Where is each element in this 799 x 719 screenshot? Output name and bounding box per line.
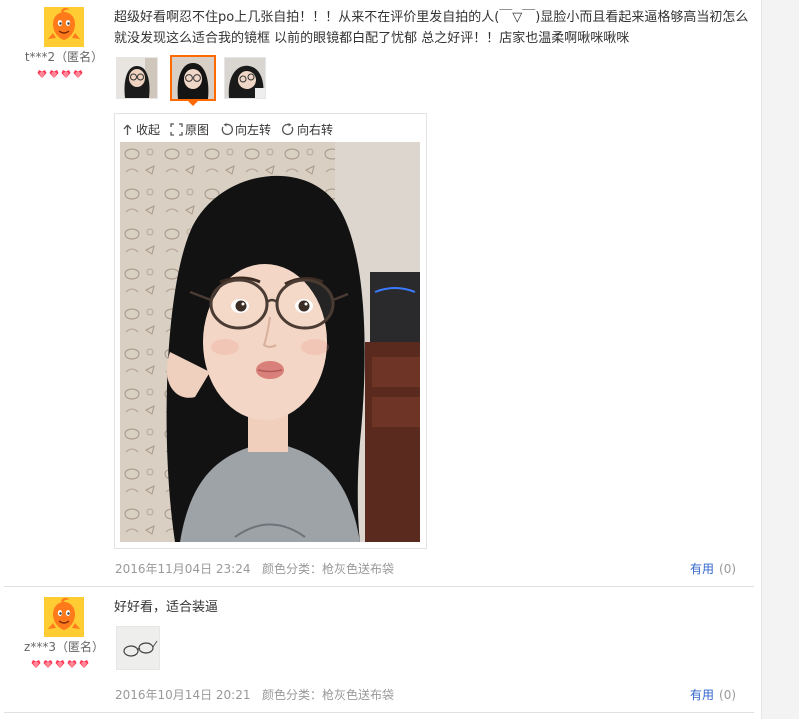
useful-vote: 有用 (0): [690, 686, 736, 703]
buyer-level-badge: [31, 659, 95, 672]
review-date: 2016年10月14日 20:21: [115, 688, 251, 702]
buyer-level-badge: [37, 69, 89, 82]
review-thumbnail[interactable]: [116, 626, 160, 670]
useful-count: (0): [719, 688, 737, 702]
user-avatar[interactable]: [44, 597, 84, 637]
review-thumbnail[interactable]: [224, 57, 266, 99]
rotate-left-button[interactable]: 向左转: [220, 121, 271, 137]
rotate-right-button[interactable]: 向右转: [282, 121, 333, 137]
view-original-label: 原图: [185, 122, 210, 137]
review-thumbnail[interactable]: [116, 57, 158, 99]
reviewer-name: t***2（匿名）: [24, 50, 104, 64]
rotate-left-label: 向左转: [235, 122, 272, 137]
review-sku: 颜色分类：枪灰色送布袋: [262, 688, 395, 702]
rotate-right-icon: [282, 122, 294, 135]
reviewer-name: z***3（匿名）: [24, 640, 104, 654]
image-viewer-toolbar: 收起 原图 向左转 向右转: [115, 114, 426, 142]
useful-vote: 有用 (0): [690, 560, 736, 577]
review-item: t***2（匿名） 超级好看啊忍不住po上几张自拍！！！从来不在评价里发自拍的人…: [0, 0, 761, 586]
review-sku: 颜色分类：枪灰色送布袋: [262, 562, 395, 576]
collapse-label: 收起: [136, 122, 161, 137]
useful-button[interactable]: 有用: [690, 562, 714, 576]
collapse-arrow-icon: [123, 124, 132, 135]
collapse-button[interactable]: 收起: [121, 121, 160, 137]
useful-count: (0): [719, 562, 737, 576]
selected-thumbnail-indicator: [188, 101, 198, 106]
review-text: 超级好看啊忍不住po上几张自拍！！！从来不在评价里发自拍的人(￣▽￣)显脸小而且…: [114, 10, 749, 46]
review-item: z***3（匿名） 好好看，适合装逼 2016年10月14日 20:21 颜色分…: [0, 586, 761, 719]
view-original-button[interactable]: 原图: [170, 121, 209, 137]
image-viewer: 收起 原图 向左转 向右转: [114, 113, 427, 549]
review-thumbnail-selected[interactable]: [170, 55, 216, 101]
heart-gem-icon: [37, 70, 83, 78]
rotate-left-icon: [221, 122, 233, 135]
review-date: 2016年11月04日 23:24: [115, 562, 251, 576]
review-photo-large[interactable]: [120, 142, 420, 542]
useful-button[interactable]: 有用: [690, 688, 714, 702]
page-scrollbar[interactable]: [761, 0, 799, 719]
rotate-right-label: 向右转: [297, 122, 334, 137]
expand-icon: [170, 122, 183, 136]
user-avatar[interactable]: [44, 7, 84, 47]
heart-gem-icon: [31, 660, 89, 668]
review-divider: [4, 712, 754, 713]
review-text: 好好看，适合装逼: [114, 600, 219, 615]
